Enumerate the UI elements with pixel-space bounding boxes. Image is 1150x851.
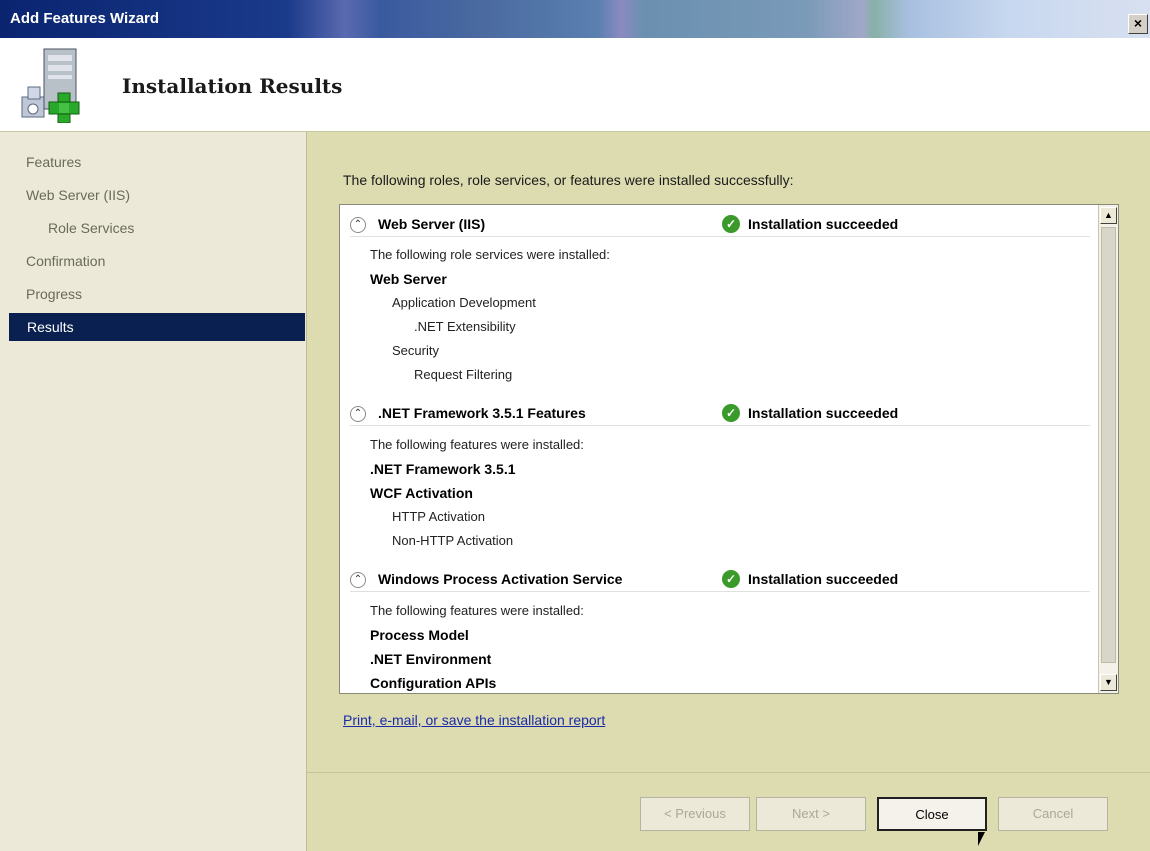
section-name: Windows Process Activation Service: [378, 571, 623, 587]
detail-line: .NET Framework 3.5.1: [370, 461, 516, 477]
detail-line: Web Server: [370, 271, 447, 287]
detail-line: Non-HTTP Activation: [392, 533, 514, 548]
section-status: Installation succeeded: [748, 405, 899, 421]
detail-line: The following role services were install…: [370, 247, 610, 262]
detail-line: .NET Environment: [370, 651, 492, 667]
next-button[interactable]: Next >: [756, 797, 866, 831]
section-status: Installation succeeded: [748, 571, 899, 587]
detail-line: HTTP Activation: [392, 509, 485, 524]
button-bar: < Previous Next > Close Cancel: [307, 772, 1150, 851]
results-panel: ⌃ Web Server (IIS) ✓ Installation succee…: [339, 204, 1119, 694]
main-content: The following roles, role services, or f…: [307, 132, 1150, 772]
previous-button[interactable]: < Previous: [640, 797, 750, 831]
detail-line: WCF Activation: [370, 485, 473, 501]
success-check-icon: ✓: [722, 404, 740, 422]
vertical-scrollbar[interactable]: ▲ ▼: [1098, 205, 1118, 693]
success-check-icon: ✓: [722, 570, 740, 588]
nav-item-results[interactable]: Results: [9, 313, 305, 341]
cancel-button[interactable]: Cancel: [998, 797, 1108, 831]
results-list: ⌃ Web Server (IIS) ✓ Installation succee…: [340, 205, 1098, 693]
section-header-web-server: ⌃ Web Server (IIS) ✓ Installation succee…: [350, 213, 1090, 237]
close-button[interactable]: Close: [877, 797, 987, 831]
success-check-icon: ✓: [722, 215, 740, 233]
nav-item-features[interactable]: Features: [26, 154, 81, 170]
detail-line: The following features were installed:: [370, 437, 584, 452]
scroll-down-icon[interactable]: ▼: [1100, 674, 1117, 691]
detail-line: Process Model: [370, 627, 469, 643]
nav-item-web-server[interactable]: Web Server (IIS): [26, 187, 130, 203]
collapse-icon[interactable]: ⌃: [350, 217, 366, 233]
wizard-header: Installation Results: [0, 38, 1150, 132]
installation-report-link[interactable]: Print, e-mail, or save the installation …: [343, 712, 605, 728]
collapse-icon[interactable]: ⌃: [350, 572, 366, 588]
nav-item-confirmation[interactable]: Confirmation: [26, 253, 105, 269]
detail-line: Application Development: [392, 295, 536, 310]
wizard-nav: Features Web Server (IIS) Role Services …: [0, 132, 307, 851]
section-name: .NET Framework 3.5.1 Features: [378, 405, 586, 421]
scroll-thumb[interactable]: [1101, 227, 1116, 663]
section-status: Installation succeeded: [748, 216, 899, 232]
intro-text: The following roles, role services, or f…: [343, 172, 794, 188]
detail-line: Request Filtering: [414, 367, 513, 382]
scroll-up-icon[interactable]: ▲: [1100, 207, 1117, 224]
section-name: Web Server (IIS): [378, 216, 486, 232]
detail-line: .NET Extensibility: [414, 319, 516, 334]
nav-item-role-services[interactable]: Role Services: [48, 220, 134, 236]
nav-item-progress[interactable]: Progress: [26, 286, 82, 302]
title-bar: Add Features Wizard ×: [0, 0, 1150, 38]
section-header-net-framework: ⌃ .NET Framework 3.5.1 Features ✓ Instal…: [350, 402, 1090, 426]
server-add-icon: [21, 48, 80, 123]
section-header-was: ⌃ Windows Process Activation Service ✓ I…: [350, 568, 1090, 592]
detail-line: Configuration APIs: [370, 675, 497, 691]
mouse-cursor-icon: [978, 832, 985, 846]
window-title: Add Features Wizard: [10, 10, 160, 27]
collapse-icon[interactable]: ⌃: [350, 406, 366, 422]
detail-line: The following features were installed:: [370, 603, 584, 618]
detail-line: Security: [392, 343, 439, 358]
close-icon[interactable]: ×: [1128, 14, 1148, 34]
page-title: Installation Results: [122, 74, 343, 98]
